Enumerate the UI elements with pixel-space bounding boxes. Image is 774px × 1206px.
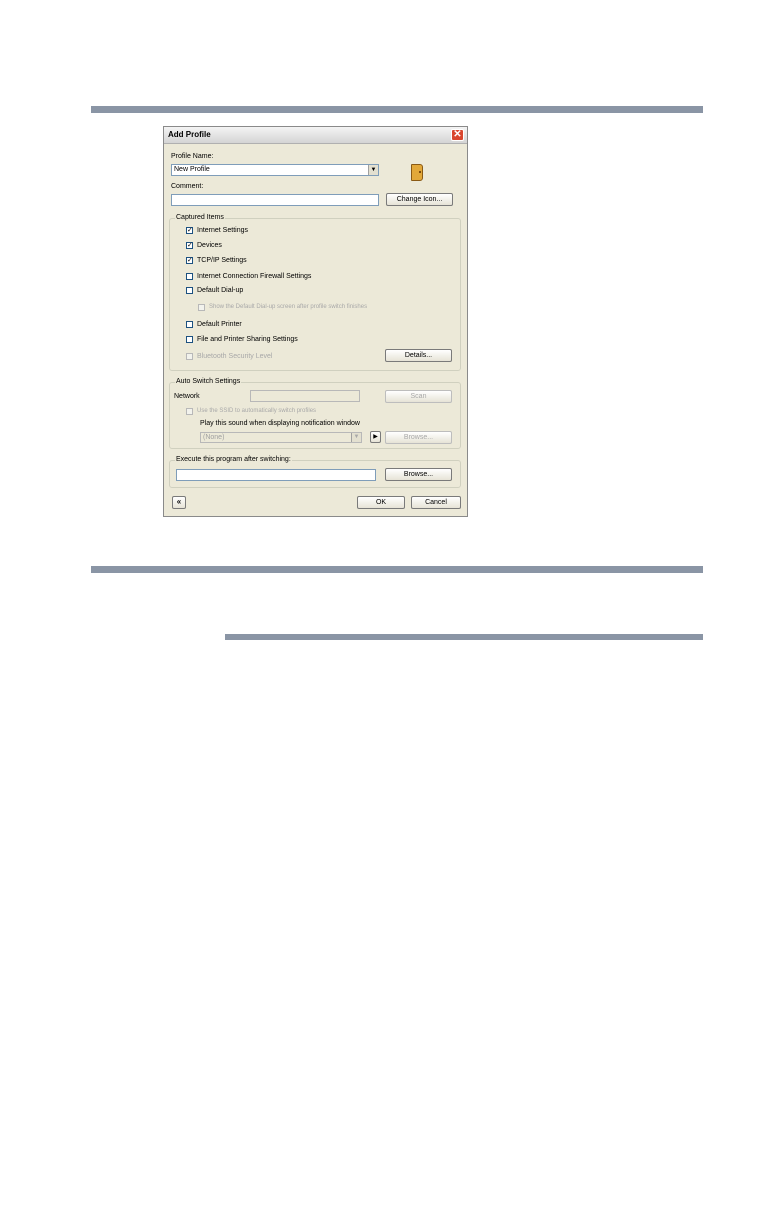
collapse-button[interactable]: « — [172, 496, 186, 509]
sound-browse-button[interactable]: Browse... — [385, 431, 452, 444]
lower-rule — [225, 634, 703, 640]
comment-label: Comment: — [171, 183, 204, 190]
ok-button[interactable]: OK — [357, 496, 405, 509]
checkbox-box[interactable] — [186, 273, 193, 280]
checkbox-box[interactable] — [186, 353, 193, 360]
middle-rule — [91, 566, 703, 573]
profile-name-value: New Profile — [174, 166, 210, 173]
add-profile-dialog: Add Profile ✕ Profile Name: New Profile … — [163, 126, 468, 517]
title-bar[interactable]: Add Profile ✕ — [164, 127, 467, 144]
chevron-down-icon[interactable]: ▼ — [351, 433, 361, 442]
comment-input[interactable] — [171, 194, 379, 206]
captured-items-group: Captured Items ✓ Internet Settings ✓ Dev… — [169, 214, 461, 371]
door-icon — [411, 164, 423, 181]
close-button[interactable]: ✕ — [451, 129, 464, 141]
cancel-button[interactable]: Cancel — [411, 496, 461, 509]
execute-browse-button[interactable]: Browse... — [385, 468, 452, 481]
checkbox-box[interactable] — [198, 304, 205, 311]
scan-button[interactable]: Scan — [385, 390, 452, 403]
sound-select[interactable]: (None) ▼ — [200, 432, 362, 443]
profile-name-label: Profile Name: — [171, 153, 214, 160]
checkbox-box[interactable]: ✓ — [186, 257, 193, 264]
auto-switch-label: Auto Switch Settings — [175, 378, 242, 385]
execute-program-group: Execute this program after switching: Br… — [169, 456, 461, 488]
network-label: Network — [174, 393, 200, 400]
checkbox-box[interactable] — [186, 336, 193, 343]
auto-switch-group: Auto Switch Settings Network Scan Use th… — [169, 378, 461, 449]
sound-label: Play this sound when displaying notifica… — [200, 420, 360, 427]
checkbox-box[interactable]: ✓ — [186, 242, 193, 249]
checkbox-box[interactable] — [186, 287, 193, 294]
profile-name-combobox[interactable]: New Profile ▼ — [171, 164, 379, 176]
chevron-down-icon[interactable]: ▼ — [368, 165, 378, 175]
execute-program-input[interactable] — [176, 469, 376, 481]
details-button[interactable]: Details... — [385, 349, 452, 362]
network-input[interactable] — [250, 390, 360, 402]
captured-items-label: Captured Items — [175, 214, 225, 221]
checkbox-box[interactable] — [186, 408, 193, 415]
checkbox-box[interactable]: ✓ — [186, 227, 193, 234]
play-sound-button[interactable]: ▶ — [370, 431, 381, 443]
change-icon-button[interactable]: Change Icon... — [386, 193, 453, 206]
execute-program-label: Execute this program after switching: — [175, 456, 292, 463]
dialog-title: Add Profile — [168, 130, 211, 139]
checkbox-box[interactable] — [186, 321, 193, 328]
top-rule — [91, 106, 703, 113]
